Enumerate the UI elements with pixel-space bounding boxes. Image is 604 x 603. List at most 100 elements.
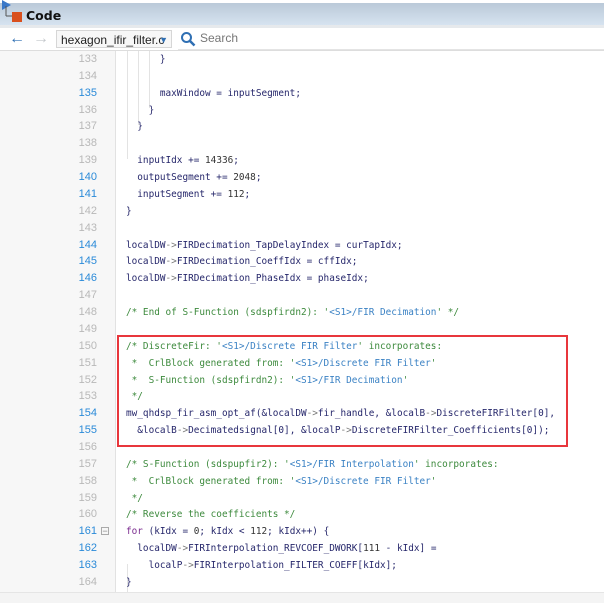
code-link[interactable]: <S1>/Discrete FIR Filter bbox=[295, 476, 430, 487]
code-line: 140 outputSegment += 2048; bbox=[0, 169, 604, 186]
code-link[interactable]: <S1>/FIR Interpolation bbox=[290, 459, 414, 470]
line-number[interactable]: 163 bbox=[0, 557, 97, 574]
code-text: */ bbox=[126, 490, 143, 507]
code-token: } bbox=[126, 104, 155, 116]
code-token: for bbox=[126, 526, 143, 538]
line-number: 137 bbox=[78, 120, 97, 133]
code-line: 162 localDW->FIRInterpolation_REVCOEF_DW… bbox=[0, 540, 604, 557]
code-token: 14336 bbox=[205, 155, 234, 167]
code-line: 143 bbox=[0, 220, 604, 237]
code-token: localDW bbox=[126, 239, 166, 251]
file-selector[interactable]: hexagon_ifir_filter.c ▼ bbox=[56, 30, 172, 48]
code-token: -> bbox=[182, 560, 194, 572]
code-token: localDW bbox=[126, 256, 166, 268]
code-line: 136 } bbox=[0, 102, 604, 119]
code-token: ; bbox=[255, 172, 262, 184]
code-line: 145 localDW->FIRDecimation_CoeffIdx = cff… bbox=[0, 253, 604, 270]
code-line: 164} bbox=[0, 574, 604, 591]
line-number[interactable]: 145 bbox=[0, 253, 97, 270]
line-number[interactable]: 144 bbox=[0, 237, 97, 254]
line-number: 150 bbox=[78, 339, 97, 352]
code-token: localDW bbox=[126, 543, 177, 555]
code-text: } bbox=[126, 102, 155, 119]
code-line: 159 */ bbox=[0, 490, 604, 507]
code-text: inputIdx += 14336; bbox=[126, 152, 239, 169]
code-line: 138 bbox=[0, 135, 604, 152]
code-token: ' incorporates: bbox=[413, 458, 499, 470]
code-token: FIRDecimation_CoeffIdx = cffIdx; bbox=[176, 256, 358, 268]
code-token: outputSegment += bbox=[126, 172, 234, 184]
line-number[interactable]: 155 bbox=[0, 422, 97, 439]
line-number[interactable]: 146 bbox=[0, 270, 97, 287]
code-view[interactable]: 133 } 134 135 maxWindow = inputSegment; 136… bbox=[0, 51, 604, 602]
code-link[interactable]: <S1>/FIR Decimation bbox=[329, 307, 436, 318]
code-line: 148 /* End of S-Function (sdspfirdn2): '<… bbox=[0, 304, 604, 321]
code-token: 112 bbox=[250, 526, 268, 538]
fold-collapse-icon[interactable]: − bbox=[101, 527, 109, 536]
code-token: * CrlBlock generated from: ' bbox=[126, 475, 296, 487]
line-number: 143 bbox=[78, 221, 97, 234]
forward-arrow-icon[interactable]: → bbox=[33, 30, 49, 48]
line-number: 149 bbox=[78, 322, 97, 335]
back-arrow-icon[interactable]: ← bbox=[9, 30, 25, 48]
code-token: -> bbox=[176, 543, 189, 555]
code-text: /* S-Function (sdspupfir2): '<S1>/FIR In… bbox=[126, 456, 499, 473]
code-text: localDW->FIRDecimation_PhaseIdx = phaseI… bbox=[126, 270, 369, 287]
code-token: ' bbox=[430, 475, 437, 487]
line-number: 158 bbox=[78, 474, 97, 487]
code-token: /* S-Function (sdspupfir2): ' bbox=[126, 458, 290, 470]
code-text: } bbox=[126, 51, 166, 68]
title-bar: Code bbox=[0, 0, 604, 28]
code-line: 158 * CrlBlock generated from: '<S1>/Dis… bbox=[0, 473, 604, 490]
line-number[interactable]: 162 bbox=[0, 540, 97, 557]
code-token: ; bbox=[233, 155, 239, 167]
code-token: -> bbox=[165, 273, 177, 285]
code-text: /* End of S-Function (sdspfirdn2): '<S1>… bbox=[126, 304, 459, 321]
code-text: /* Reverse the coefficients */ bbox=[126, 506, 295, 523]
code-token: FIRInterpolation_REVCOEF_DWORK[ bbox=[188, 543, 364, 555]
code-text: } bbox=[126, 203, 132, 220]
code-text: } bbox=[126, 118, 143, 135]
line-number[interactable]: 135 bbox=[0, 85, 97, 102]
code-token: FIRDecimation_TapDelayIndex = curTapIdx; bbox=[176, 239, 403, 251]
code-text: localP->FIRInterpolation_FILTER_COEFF[kI… bbox=[126, 557, 397, 574]
code-line: 144 localDW->FIRDecimation_TapDelayIndex … bbox=[0, 237, 604, 254]
code-app-icon bbox=[2, 0, 22, 22]
code-token: maxWindow = inputSegment; bbox=[126, 87, 301, 99]
code-line: 137 } bbox=[0, 118, 604, 135]
line-number[interactable]: 141 bbox=[0, 186, 97, 203]
code-token: ' */ bbox=[436, 307, 460, 319]
code-token: FIRDecimation_PhaseIdx = phaseIdx; bbox=[176, 273, 369, 285]
code-line: 134 bbox=[0, 68, 604, 85]
code-token: ; kIdx++) { bbox=[267, 526, 330, 538]
file-name: hexagon_ifir_filter.c bbox=[61, 33, 165, 47]
code-line: 157 /* S-Function (sdspupfir2): '<S1>/FIR… bbox=[0, 456, 604, 473]
search-box[interactable] bbox=[178, 29, 604, 50]
horizontal-scrollbar[interactable] bbox=[0, 592, 604, 603]
code-text: outputSegment += 2048; bbox=[126, 169, 261, 186]
line-number: 153 bbox=[78, 390, 97, 403]
toolbar: ← → hexagon_ifir_filter.c ▼ bbox=[0, 28, 604, 51]
code-token: - kIdx] = bbox=[380, 543, 437, 555]
code-text: } bbox=[126, 574, 132, 591]
code-line: 133 } bbox=[0, 51, 604, 68]
code-token: 2048 bbox=[233, 172, 256, 184]
line-number: 147 bbox=[78, 289, 97, 302]
line-number: 136 bbox=[78, 103, 97, 116]
code-token: (kIdx = bbox=[142, 526, 194, 538]
line-number[interactable]: 154 bbox=[0, 405, 97, 422]
line-number: 160 bbox=[78, 508, 97, 521]
code-token: /* End of S-Function (sdspfirdn2): ' bbox=[126, 307, 330, 319]
line-number[interactable]: 140 bbox=[0, 169, 97, 186]
code-token: localDW bbox=[126, 273, 166, 285]
code-token: */ bbox=[126, 492, 143, 504]
search-input[interactable] bbox=[198, 30, 402, 46]
code-text: for (kIdx = 0; kIdx < 112; kIdx++) { bbox=[126, 523, 329, 540]
code-token: inputSegment += bbox=[126, 188, 228, 200]
code-token: 111 bbox=[363, 543, 381, 555]
line-number: 164 bbox=[78, 575, 97, 588]
line-number[interactable]: 161 bbox=[0, 523, 97, 540]
code-line: 163 localP->FIRInterpolation_FILTER_COEF… bbox=[0, 557, 604, 574]
line-number: 139 bbox=[78, 154, 97, 167]
code-line: 160 /* Reverse the coefficients */ bbox=[0, 506, 604, 523]
